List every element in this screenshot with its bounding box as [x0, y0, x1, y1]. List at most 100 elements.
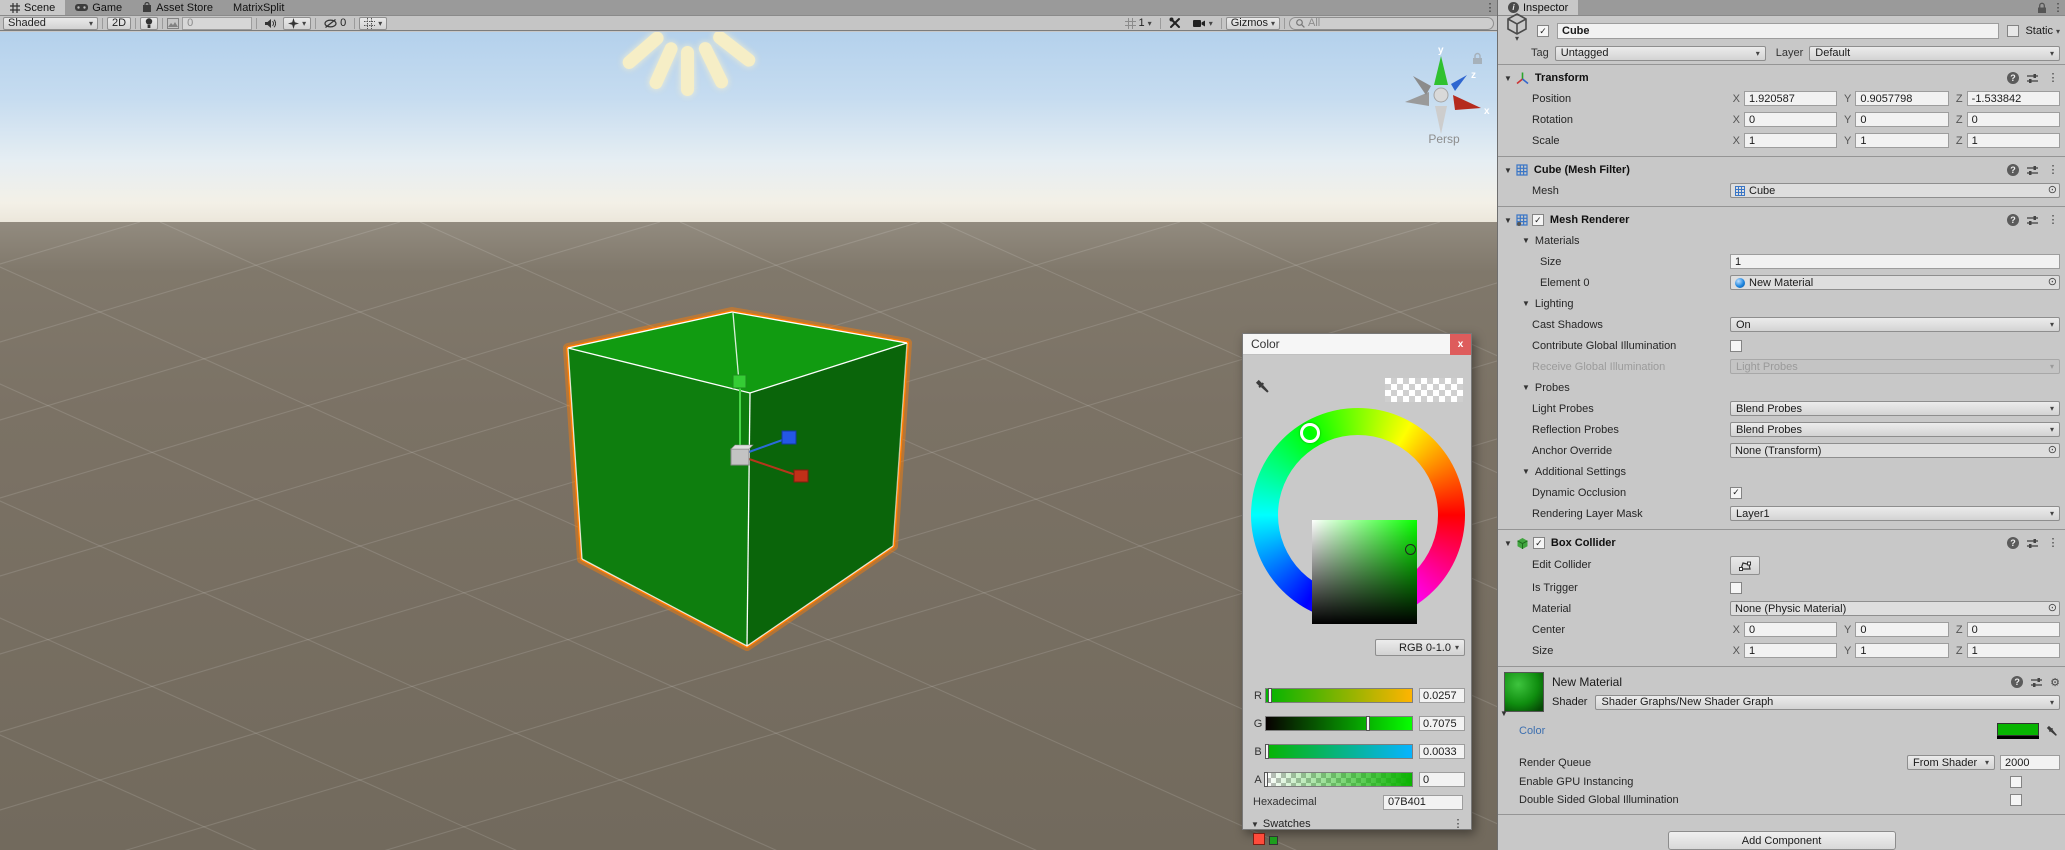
color-mode-dropdown[interactable]: RGB 0-1.0 ▾ — [1375, 639, 1465, 656]
tab-game[interactable]: Game — [65, 0, 132, 15]
render-queue-value-field[interactable]: 2000 — [2000, 755, 2060, 770]
gameobject-name-field[interactable]: Cube — [1557, 23, 1999, 39]
effects-dropdown[interactable]: ▾ — [283, 17, 311, 30]
scale-handle-z[interactable] — [782, 431, 796, 444]
size-z-field[interactable]: 1 — [1967, 643, 2060, 658]
component-menu-icon[interactable]: ⋮ — [2046, 212, 2060, 228]
mesh-object-field[interactable]: Cube ⊙ — [1730, 183, 2060, 198]
active-checkbox[interactable]: ✓ — [1537, 25, 1549, 37]
position-y-field[interactable]: 0.9057798 — [1855, 91, 1948, 106]
a-value-field[interactable]: 0 — [1419, 772, 1465, 787]
is-trigger-checkbox[interactable] — [1730, 582, 1742, 594]
cast-shadows-dropdown[interactable]: On ▾ — [1730, 317, 2060, 332]
scene-search-input[interactable]: All — [1289, 17, 1494, 30]
rotation-x-field[interactable]: 0 — [1744, 112, 1837, 127]
slider-thumb[interactable] — [1264, 772, 1268, 787]
element0-object-field[interactable]: New Material ⊙ — [1730, 275, 2060, 290]
close-button[interactable]: x — [1450, 334, 1471, 355]
position-x-field[interactable]: 1.920587 — [1744, 91, 1837, 106]
lock-icon[interactable] — [2037, 2, 2047, 14]
dsgi-checkbox[interactable] — [2010, 794, 2022, 806]
probes-foldout[interactable]: ▼Probes — [1498, 377, 2065, 398]
render-queue-mode-dropdown[interactable]: From Shader ▾ — [1907, 755, 1995, 770]
g-value-field[interactable]: 0.7075 — [1419, 716, 1465, 731]
lighting-foldout[interactable]: ▼Lighting — [1498, 293, 2065, 314]
camera-settings-dropdown[interactable]: ▾ — [1189, 17, 1217, 30]
size-y-field[interactable]: 1 — [1855, 643, 1948, 658]
b-slider[interactable] — [1265, 744, 1413, 759]
component-tools-button[interactable] — [1165, 17, 1186, 30]
center-y-field[interactable]: 0 — [1855, 622, 1948, 637]
gizmo-center[interactable] — [1434, 88, 1448, 102]
gizmos-dropdown[interactable]: Gizmos ▾ — [1226, 17, 1280, 30]
component-menu-icon[interactable]: ⋮ — [2046, 535, 2060, 551]
r-slider[interactable] — [1265, 688, 1413, 703]
eyedropper-icon[interactable] — [1253, 377, 1273, 397]
light-probes-dropdown[interactable]: Blend Probes ▾ — [1730, 401, 2060, 416]
object-picker-icon[interactable]: ⊙ — [2048, 277, 2057, 288]
hue-wheel[interactable] — [1251, 408, 1465, 622]
transform-header[interactable]: ▼ Transform ? ⋮ — [1498, 68, 2065, 88]
scene-lighting-toggle[interactable] — [140, 17, 158, 30]
help-icon[interactable]: ? — [2011, 676, 2023, 688]
box-collider-header[interactable]: ▼ ✓ Box Collider ? ⋮ — [1498, 533, 2065, 553]
dynamic-occlusion-checkbox[interactable]: ✓ — [1730, 487, 1742, 499]
material-color-swatch[interactable] — [1997, 723, 2039, 739]
projection-mode-label[interactable]: Persp — [1398, 132, 1490, 146]
hex-value-field[interactable]: 07B401 — [1383, 795, 1463, 810]
rotation-z-field[interactable]: 0 — [1967, 112, 2060, 127]
additional-settings-foldout[interactable]: ▼Additional Settings — [1498, 461, 2065, 482]
component-enabled-checkbox[interactable]: ✓ — [1533, 537, 1545, 549]
presets-icon[interactable] — [2030, 677, 2043, 688]
rotation-y-field[interactable]: 0 — [1855, 112, 1948, 127]
gizmo-cone-z[interactable] — [1451, 75, 1467, 91]
reflection-probes-dropdown[interactable]: Blend Probes ▾ — [1730, 422, 2060, 437]
fold-arrow-icon[interactable]: ▼ — [1504, 539, 1512, 548]
fold-arrow-icon[interactable]: ▼ — [1504, 166, 1512, 175]
inspector-menu-icon[interactable]: ⋮ — [2051, 0, 2065, 15]
tab-matrixsplit[interactable]: MatrixSplit — [223, 0, 294, 15]
scale-y-field[interactable]: 1 — [1855, 133, 1948, 148]
center-z-field[interactable]: 0 — [1967, 622, 2060, 637]
tag-dropdown[interactable]: Untagged ▾ — [1555, 46, 1766, 61]
icon-picker-arrow[interactable]: ▾ — [1515, 34, 1519, 43]
b-value-field[interactable]: 0.0033 — [1419, 744, 1465, 759]
materials-size-field[interactable]: 1 — [1730, 254, 2060, 269]
gpu-instancing-checkbox[interactable] — [2010, 776, 2022, 788]
layer-dropdown[interactable]: Default ▾ — [1809, 46, 2060, 61]
mesh-renderer-header[interactable]: ▼ ✓ Mesh Renderer ? ⋮ — [1498, 210, 2065, 230]
fold-arrow-icon[interactable]: ▼ — [1504, 216, 1512, 225]
swatches-menu-icon[interactable]: ⋮ — [1451, 816, 1465, 832]
edit-collider-button[interactable] — [1730, 556, 1760, 575]
gizmo-cone-y[interactable] — [1434, 56, 1448, 85]
object-picker-icon[interactable]: ⊙ — [2048, 445, 2057, 456]
gizmo-lock-icon[interactable] — [1472, 52, 1483, 65]
materials-foldout[interactable]: ▼Materials — [1498, 230, 2065, 251]
gizmo-cone-x[interactable] — [1453, 95, 1481, 110]
tab-scene[interactable]: Scene — [0, 0, 65, 15]
scale-handle-y[interactable] — [733, 375, 746, 388]
gizmo-cone-negy[interactable] — [1435, 106, 1447, 134]
color-window-titlebar[interactable]: Color x — [1243, 334, 1471, 355]
audio-toggle[interactable] — [261, 17, 280, 30]
swatch-current-color[interactable] — [1269, 836, 1278, 845]
size-x-field[interactable]: 1 — [1744, 643, 1837, 658]
center-x-field[interactable]: 0 — [1744, 622, 1837, 637]
hidden-objects-toggle[interactable]: 0 — [320, 17, 350, 30]
presets-icon[interactable] — [2026, 73, 2039, 84]
component-enabled-checkbox[interactable]: ✓ — [1532, 214, 1544, 226]
add-component-button[interactable]: Add Component — [1668, 831, 1896, 850]
rendering-layer-mask-dropdown[interactable]: Layer1 ▾ — [1730, 506, 2060, 521]
gizmo-cone-negz[interactable] — [1413, 76, 1431, 95]
help-icon[interactable]: ? — [2007, 214, 2019, 226]
help-icon[interactable]: ? — [2007, 537, 2019, 549]
anchor-override-field[interactable]: None (Transform) ⊙ — [1730, 443, 2060, 458]
fold-arrow-icon[interactable]: ▼ — [1500, 709, 1508, 718]
tab-asset-store[interactable]: Asset Store — [132, 0, 223, 15]
presets-icon[interactable] — [2026, 538, 2039, 549]
scale-handle-center[interactable] — [731, 449, 749, 465]
scale-x-field[interactable]: 1 — [1744, 133, 1837, 148]
gear-icon[interactable]: ⚙ — [2050, 676, 2060, 689]
fold-arrow-icon[interactable]: ▼ — [1504, 74, 1512, 83]
swatch-red[interactable] — [1253, 833, 1265, 845]
